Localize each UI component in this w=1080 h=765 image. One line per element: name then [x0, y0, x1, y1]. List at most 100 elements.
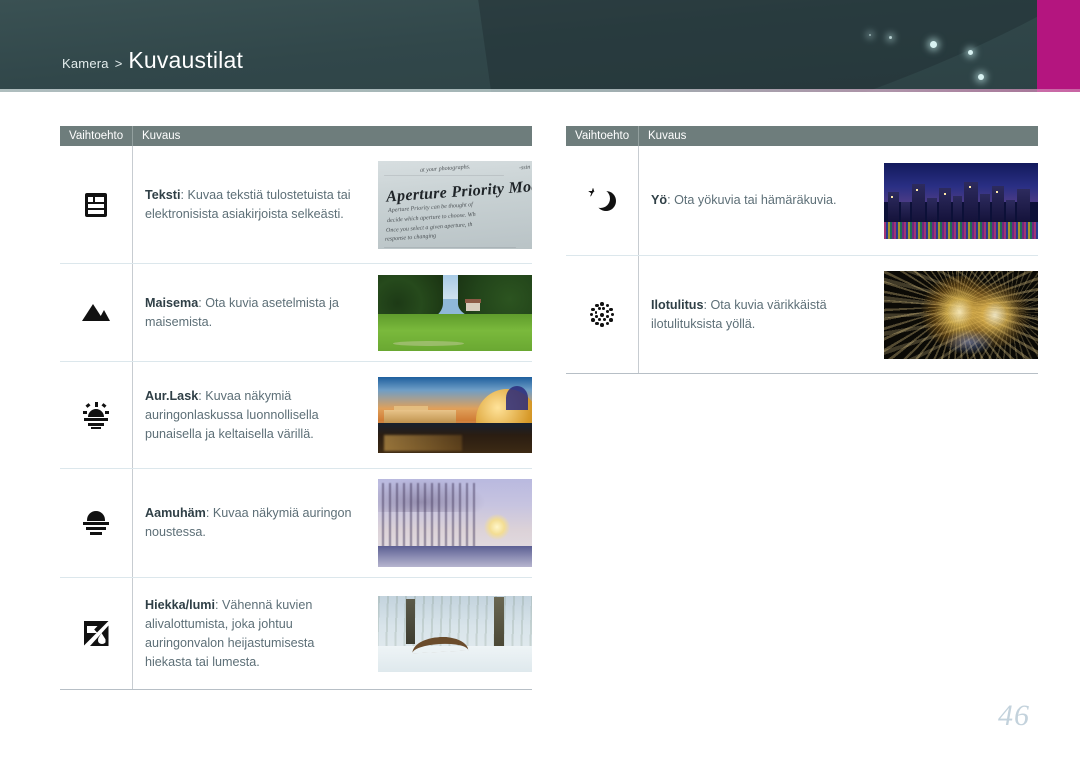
- description-cell: Aamuhäm: Kuvaa näkymiä auringon noustess…: [133, 469, 532, 577]
- mode-description: Maisema: Ota kuvia asetelmista ja maisem…: [145, 294, 368, 332]
- thumbnail-window-light: [969, 186, 971, 188]
- description-cell: Ilotulitus: Ota kuvia värikkäistä ilotul…: [639, 256, 1038, 373]
- banner-sparkle-icon: [968, 50, 973, 55]
- thumbnail-building: [980, 193, 990, 222]
- thumbnail-building: [912, 183, 925, 222]
- mode-separator: :: [180, 187, 184, 202]
- thumbnail-corner-text: -ssin: [518, 164, 531, 171]
- thumbnail-building: [953, 195, 962, 222]
- column-header-description: Kuvaus: [142, 130, 181, 142]
- option-cell: [60, 362, 133, 468]
- mode-description: Yö: Ota yökuvia tai hämäräkuvia.: [651, 191, 874, 210]
- table-row[interactable]: Yö: Ota yökuvia tai hämäräkuvia.: [566, 146, 1038, 256]
- table-header-row: Vaihtoehto Kuvaus: [60, 126, 532, 146]
- text-document-icon: [85, 192, 107, 217]
- thumbnail-building: [927, 197, 937, 222]
- description-cell: Hiekka/lumi: Vähennä kuvien alivalottumi…: [133, 578, 532, 689]
- thumbnail-body-line: response to changing: [384, 232, 437, 243]
- beach-snow-icon: [83, 621, 109, 646]
- table-header-row: Vaihtoehto Kuvaus: [566, 126, 1038, 146]
- thumbnail-water-reflection: [884, 221, 1038, 239]
- banner-accent-block: [1037, 0, 1080, 92]
- thumbnail-window-light: [916, 189, 918, 191]
- page-title: Kuvaustilat: [128, 47, 244, 73]
- option-cell: [60, 578, 133, 689]
- table-row[interactable]: Hiekka/lumi: Vähennä kuvien alivalottumi…: [60, 578, 532, 690]
- thumbnail-skyline: [884, 179, 1038, 222]
- option-cell: [566, 256, 639, 373]
- thumbnail-building: [1017, 188, 1030, 222]
- thumbnail-trees-right: [458, 274, 532, 319]
- breadcrumb-separator: >: [114, 56, 123, 71]
- option-cell: [60, 146, 133, 263]
- table-row[interactable]: Maisema: Ota kuvia asetelmista ja maisem…: [60, 264, 532, 362]
- mode-thumbnail: [884, 162, 1038, 239]
- banner-sparkle-icon: [930, 41, 937, 48]
- mode-description-text: Ota yökuvia tai hämäräkuvia.: [674, 193, 837, 207]
- page-header-banner: Kamera > Kuvaustilat: [0, 0, 1080, 92]
- mode-separator: :: [667, 193, 671, 207]
- table-row[interactable]: Aamuhäm: Kuvaa näkymiä auringon noustess…: [60, 469, 532, 578]
- description-cell: Teksti: Kuvaa tekstiä tulostetuista tai …: [133, 146, 532, 263]
- mode-thumbnail: at your photographs. -ssin Aperture Prio…: [378, 160, 532, 249]
- page-number: 46: [998, 699, 1030, 732]
- mode-separator: :: [205, 506, 210, 520]
- mode-description: Hiekka/lumi: Vähennä kuvien alivalottumi…: [145, 596, 368, 672]
- banner-sparkle-icon: [978, 74, 984, 80]
- description-cell: Yö: Ota yökuvia tai hämäräkuvia.: [639, 146, 1038, 255]
- description-cell: Aur.Lask: Kuvaa näkymiä auringonlaskussa…: [133, 362, 532, 468]
- column-header-option: Vaihtoehto: [60, 126, 133, 146]
- mode-description: Aamuhäm: Kuvaa näkymiä auringon noustess…: [145, 504, 368, 542]
- mode-thumbnail: [378, 595, 532, 672]
- mode-thumbnail: [378, 479, 532, 567]
- thumbnail-reflection: [384, 435, 462, 451]
- thumbnail-house: [464, 298, 481, 311]
- mode-description: Aur.Lask: Kuvaa näkymiä auringonlaskussa…: [145, 387, 368, 444]
- mode-term: Aur.Lask: [145, 388, 199, 403]
- thumbnail-window-light: [996, 191, 998, 193]
- mode-term: Yö: [651, 193, 668, 207]
- thumbnail-building: [1006, 199, 1015, 222]
- mode-term: Hiekka/lumi: [145, 597, 215, 612]
- breadcrumb-parent[interactable]: Kamera: [62, 56, 109, 71]
- thumbnail-blue-dome: [506, 386, 528, 411]
- description-cell: Maisema: Ota kuvia asetelmista ja maisem…: [133, 264, 532, 361]
- thumbnail-top-line: at your photographs.: [419, 163, 471, 174]
- night-moon-star-icon: [588, 187, 616, 214]
- mode-description: Ilotulitus: Ota kuvia värikkäistä ilotul…: [651, 296, 874, 334]
- thumbnail-tree-left: [405, 598, 415, 645]
- banner-sparkle-icon: [869, 34, 871, 36]
- thumbnail-body-line: Once you select a given aperture, th: [385, 221, 473, 234]
- option-cell: [566, 146, 639, 255]
- thumbnail-building: [964, 181, 978, 222]
- breadcrumb: Kamera > Kuvaustilat: [62, 47, 243, 74]
- thumbnail-building: [992, 185, 1004, 222]
- mode-term: Aamuhäm: [145, 506, 206, 520]
- thumbnail-tree-right: [494, 597, 505, 652]
- thumbnail-building: [901, 201, 910, 222]
- thumbnail-window-light: [944, 193, 946, 195]
- mode-thumbnail: [378, 274, 532, 351]
- banner-sparkle-icon: [889, 36, 892, 39]
- option-cell: [60, 469, 133, 577]
- mode-term: Maisema: [145, 295, 199, 310]
- table-row[interactable]: Teksti: Kuvaa tekstiä tulostetuista tai …: [60, 146, 532, 264]
- mode-description: Teksti: Kuvaa tekstiä tulostetuista tai …: [145, 186, 368, 224]
- thumbnail-snow-ground: [378, 545, 532, 567]
- mode-thumbnail: [884, 270, 1038, 359]
- mode-separator: :: [215, 597, 219, 612]
- thumbnail-path: [393, 340, 465, 346]
- mode-separator: :: [198, 295, 202, 310]
- table-row[interactable]: Aur.Lask: Kuvaa näkymiä auringonlaskussa…: [60, 362, 532, 469]
- table-row[interactable]: Ilotulitus: Ota kuvia värikkäistä ilotul…: [566, 256, 1038, 374]
- column-header-option: Vaihtoehto: [566, 126, 639, 146]
- mode-separator: :: [198, 388, 202, 403]
- mountain-landscape-icon: [82, 304, 110, 321]
- thumbnail-blue-sparks: [942, 328, 995, 355]
- fireworks-icon: [589, 302, 615, 328]
- shooting-modes-table-right: Vaihtoehto Kuvaus Yö: Ota yökuvia tai hä…: [566, 126, 1038, 374]
- banner-bottom-rule: [0, 89, 1080, 92]
- mode-term: Ilotulitus: [651, 297, 704, 312]
- shooting-modes-table-left: Vaihtoehto Kuvaus Teksti: Kuvaa tekstiä …: [60, 126, 532, 690]
- thumbnail-heading: Aperture Priority Mode: [385, 176, 532, 206]
